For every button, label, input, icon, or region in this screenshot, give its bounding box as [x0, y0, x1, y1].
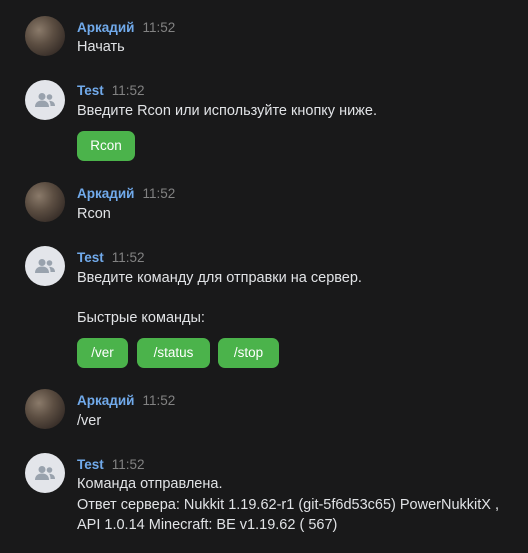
- author-name[interactable]: Аркадий: [77, 186, 134, 201]
- avatar[interactable]: [25, 246, 65, 286]
- author-name[interactable]: Test: [77, 250, 104, 265]
- timestamp: 11:52: [142, 20, 176, 35]
- message-text: Начать: [77, 39, 125, 55]
- avatar[interactable]: [25, 182, 65, 222]
- message-text: Введите Rcon или используйте кнопку ниже…: [77, 103, 377, 119]
- message-text: Ответ сервера: Nukkit 1.19.62-r1 (git-5f…: [77, 497, 499, 513]
- timestamp: 11:52: [111, 83, 145, 98]
- message-header: Test 11:52: [77, 81, 145, 101]
- message-header: Test 11:52: [77, 455, 145, 475]
- message-text: Команда отправлена.: [77, 476, 223, 492]
- message-text: API 1.0.14 Minecraft: BE v1.19.62 ( 567): [77, 517, 338, 533]
- message-text: Быстрые команды:: [77, 310, 205, 326]
- avatar[interactable]: [25, 16, 65, 56]
- author-name[interactable]: Test: [77, 457, 104, 472]
- keyboard-button-ver[interactable]: /ver: [77, 338, 128, 368]
- timestamp: 11:52: [111, 250, 145, 265]
- keyboard-button-rcon[interactable]: Rcon: [77, 131, 135, 161]
- message-text: Введите команду для отправки на сервер.: [77, 270, 362, 286]
- chat-history: Аркадий 11:52 Начать Test 11:52 Введите Rc…: [0, 0, 528, 553]
- keyboard-button-stop[interactable]: /stop: [218, 338, 279, 368]
- message-header: Аркадий 11:52: [77, 184, 175, 204]
- avatar[interactable]: [25, 389, 65, 429]
- keyboard-button-status[interactable]: /status: [137, 338, 210, 368]
- author-name[interactable]: Аркадий: [77, 393, 134, 408]
- avatar[interactable]: [25, 80, 65, 120]
- timestamp: 11:52: [111, 457, 145, 472]
- timestamp: 11:52: [142, 186, 176, 201]
- author-name[interactable]: Аркадий: [77, 20, 134, 35]
- message-text: Rcon: [77, 206, 111, 222]
- users-icon: [35, 93, 55, 107]
- timestamp: 11:52: [142, 393, 176, 408]
- message-header: Аркадий 11:52: [77, 18, 175, 38]
- users-icon: [35, 259, 55, 273]
- avatar[interactable]: [25, 453, 65, 493]
- message-text: /ver: [77, 413, 102, 429]
- message-header: Test 11:52: [77, 248, 145, 268]
- message-header: Аркадий 11:52: [77, 391, 175, 411]
- author-name[interactable]: Test: [77, 83, 104, 98]
- users-icon: [35, 466, 55, 480]
